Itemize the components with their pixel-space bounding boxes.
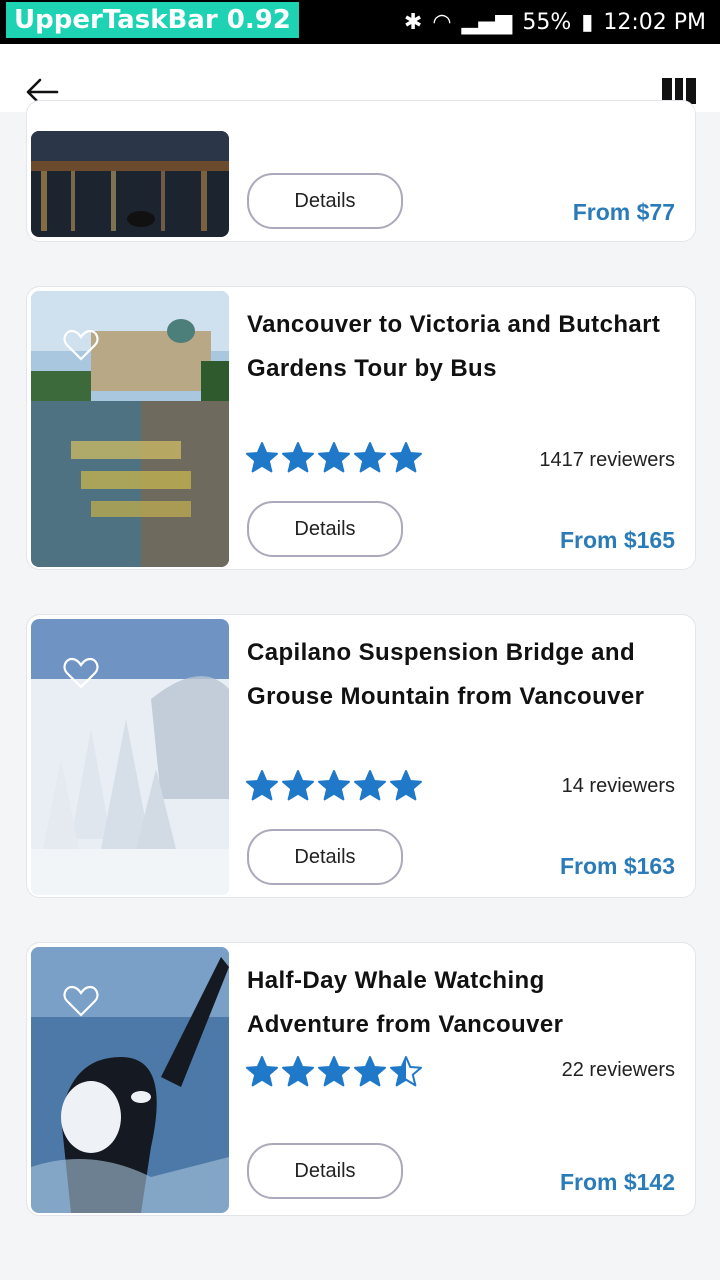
tour-card[interactable]: Details From $77 [26, 100, 696, 242]
clock: 12:02 PM [603, 9, 706, 35]
rating-stars [245, 769, 423, 803]
wifi-icon: ◠ [432, 9, 452, 35]
details-button[interactable]: Details [247, 1143, 403, 1199]
star-full-icon [318, 1056, 350, 1087]
star-full-icon [354, 1056, 386, 1087]
star-full-icon [318, 770, 350, 801]
reviewers-count: 22 reviewers [561, 1059, 675, 1081]
star-full-icon [282, 770, 314, 801]
heart-icon[interactable] [61, 981, 101, 1021]
tour-card[interactable]: Half-Day Whale Watching Adventure from V… [26, 942, 696, 1216]
status-bar: UpperTaskBar 0.92 ✱ ◠ ▂▄▆ 55% ▮ 12:02 PM [0, 0, 720, 44]
details-button[interactable]: Details [247, 829, 403, 885]
tour-image[interactable] [31, 131, 229, 237]
reviewers-count: 1417 reviewers [539, 449, 675, 471]
star-full-icon [282, 1056, 314, 1087]
tour-card[interactable]: Capilano Suspension Bridge and Grouse Mo… [26, 614, 696, 898]
star-full-icon [282, 442, 314, 473]
star-full-icon [246, 1056, 278, 1087]
star-full-icon [246, 770, 278, 801]
details-button[interactable]: Details [247, 173, 403, 229]
status-bar-label: UpperTaskBar 0.92 [6, 2, 299, 38]
battery-icon: ▮ [581, 9, 594, 35]
rating-stars [245, 1055, 423, 1089]
tour-title[interactable]: Half-Day Whale Watching Adventure from V… [247, 959, 667, 1047]
details-button[interactable]: Details [247, 501, 403, 557]
price-label: From $142 [559, 1169, 675, 1195]
bluetooth-icon: ✱ [403, 9, 423, 35]
star-full-icon [246, 442, 278, 473]
battery-percent: 55% [522, 9, 572, 35]
price-label: From $77 [572, 199, 675, 225]
heart-icon[interactable] [61, 653, 101, 693]
tour-image[interactable] [31, 291, 229, 567]
reviewers-count: 14 reviewers [561, 775, 675, 797]
star-full-icon [390, 770, 422, 801]
rating-stars [245, 441, 423, 475]
price-label: From $163 [559, 853, 675, 879]
tour-card[interactable]: Vancouver to Victoria and Butchart Garde… [26, 286, 696, 570]
heart-icon[interactable] [61, 325, 101, 365]
tour-image[interactable] [31, 947, 229, 1213]
tour-image[interactable] [31, 619, 229, 895]
star-full-icon [354, 770, 386, 801]
tour-title[interactable]: Capilano Suspension Bridge and Grouse Mo… [247, 631, 667, 719]
star-full-icon [390, 442, 422, 473]
star-full-icon [354, 442, 386, 473]
status-indicators: ✱ ◠ ▂▄▆ 55% ▮ 12:02 PM [404, 0, 706, 44]
tour-title[interactable]: Vancouver to Victoria and Butchart Garde… [247, 303, 667, 391]
star-full-icon [318, 442, 350, 473]
price-label: From $165 [559, 527, 675, 553]
star-half-icon [390, 1056, 422, 1087]
signal-icon: ▂▄▆ [461, 9, 513, 35]
